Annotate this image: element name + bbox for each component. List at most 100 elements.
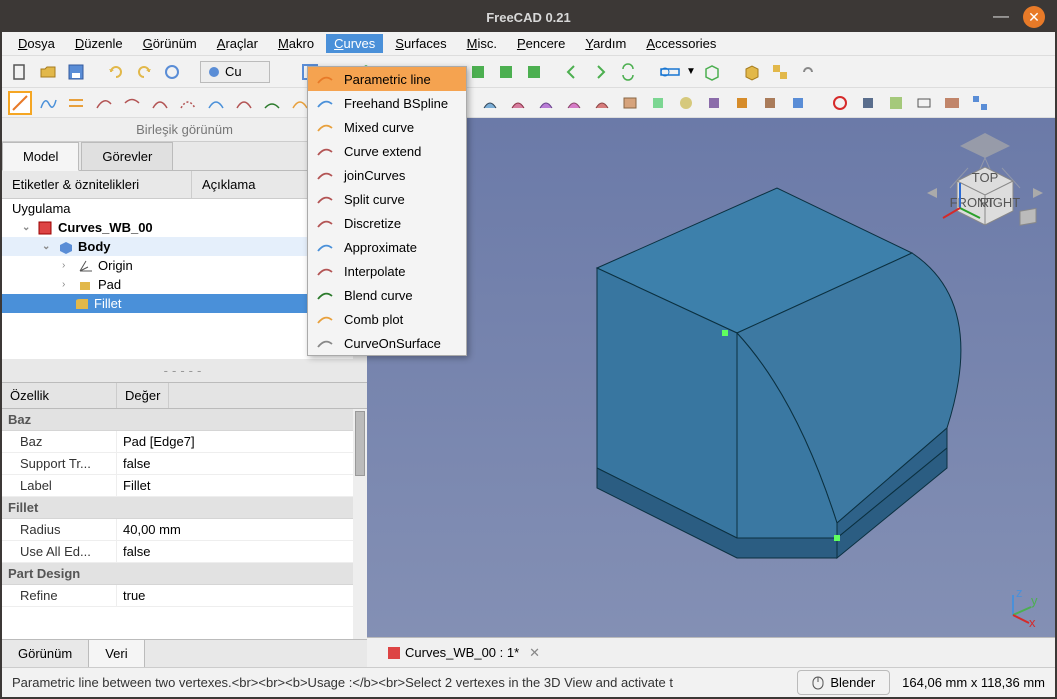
approximate-icon[interactable] bbox=[204, 91, 228, 115]
prop-row[interactable]: BazPad [Edge7] bbox=[2, 431, 367, 453]
prop-row[interactable]: LabelFillet bbox=[2, 475, 367, 497]
file-open-icon[interactable] bbox=[36, 60, 60, 84]
bottab-data[interactable]: Veri bbox=[89, 640, 144, 667]
surf11-icon[interactable] bbox=[758, 91, 782, 115]
menuitem-joincurves[interactable]: joinCurves bbox=[308, 163, 466, 187]
bspline-icon[interactable] bbox=[36, 91, 60, 115]
menu-dosya[interactable]: Dosya bbox=[10, 34, 63, 53]
measure-icon[interactable] bbox=[658, 60, 682, 84]
misc6-icon[interactable] bbox=[968, 91, 992, 115]
box-icon[interactable] bbox=[700, 60, 724, 84]
surf4-icon[interactable] bbox=[562, 91, 586, 115]
misc4-icon[interactable] bbox=[912, 91, 936, 115]
surf6-icon[interactable] bbox=[618, 91, 642, 115]
menuitem-freehand-bspline[interactable]: Freehand BSpline bbox=[308, 91, 466, 115]
panel-divider[interactable]: ----- bbox=[2, 359, 367, 382]
menuitem-mixed-curve[interactable]: Mixed curve bbox=[308, 115, 466, 139]
menuitem-interpolate[interactable]: Interpolate bbox=[308, 259, 466, 283]
misc2-icon[interactable] bbox=[856, 91, 880, 115]
nav-prev-icon[interactable] bbox=[560, 60, 584, 84]
prop-row[interactable]: Support Tr...false bbox=[2, 453, 367, 475]
bottom-icon[interactable] bbox=[494, 60, 518, 84]
refresh-icon[interactable] bbox=[160, 60, 184, 84]
surf2-icon[interactable] bbox=[506, 91, 530, 115]
surf1-icon[interactable] bbox=[478, 91, 502, 115]
menuitem-parametric-line[interactable]: Parametric line bbox=[308, 67, 466, 91]
misc5-icon[interactable] bbox=[940, 91, 964, 115]
menuitem-blend-curve[interactable]: Blend curve bbox=[308, 283, 466, 307]
prop-scrollbar[interactable] bbox=[353, 409, 367, 639]
mixed-curve-icon[interactable] bbox=[64, 91, 88, 115]
menu-misc.[interactable]: Misc. bbox=[459, 34, 505, 53]
workbench-selector[interactable]: Cu bbox=[200, 61, 270, 83]
nav-next-icon[interactable] bbox=[588, 60, 612, 84]
join-icon[interactable] bbox=[120, 91, 144, 115]
toolbar-curves bbox=[2, 88, 1055, 118]
left-icon[interactable] bbox=[522, 60, 546, 84]
surf9-icon[interactable] bbox=[702, 91, 726, 115]
misc3-icon[interactable] bbox=[884, 91, 908, 115]
menu-surfaces[interactable]: Surfaces bbox=[387, 34, 454, 53]
3d-viewport[interactable]: TOP FRONT RIGHT z bbox=[367, 118, 1055, 667]
surf3-icon[interactable] bbox=[534, 91, 558, 115]
split-icon[interactable] bbox=[148, 91, 172, 115]
undo-icon[interactable] bbox=[104, 60, 128, 84]
prop-row[interactable]: Use All Ed...false bbox=[2, 541, 367, 563]
discretize-icon[interactable] bbox=[176, 91, 200, 115]
menuitem-comb-plot[interactable]: Comb plot bbox=[308, 307, 466, 331]
extend-icon[interactable] bbox=[92, 91, 116, 115]
menu-makro[interactable]: Makro bbox=[270, 34, 322, 53]
prop-row[interactable]: Refinetrue bbox=[2, 585, 367, 607]
status-hint: Parametric line between two vertexes.<br… bbox=[12, 675, 785, 690]
file-save-icon[interactable] bbox=[64, 60, 88, 84]
surf8-icon[interactable] bbox=[674, 91, 698, 115]
menu-curves[interactable]: Curves bbox=[326, 34, 383, 53]
blend-icon[interactable] bbox=[260, 91, 284, 115]
redo-icon[interactable] bbox=[132, 60, 156, 84]
menubar: DosyaDüzenleGörünümAraçlarMakroCurvesSur… bbox=[2, 32, 1055, 56]
svg-text:RIGHT: RIGHT bbox=[980, 195, 1021, 210]
prop-row[interactable]: Radius40,00 mm bbox=[2, 519, 367, 541]
surf12-icon[interactable] bbox=[786, 91, 810, 115]
nav-style-button[interactable]: Blender bbox=[797, 670, 890, 695]
menuitem-approximate[interactable]: Approximate bbox=[308, 235, 466, 259]
link-icon[interactable] bbox=[796, 60, 820, 84]
rear-icon[interactable] bbox=[466, 60, 490, 84]
close-doc-icon[interactable]: ✕ bbox=[529, 645, 540, 661]
menu-accessories[interactable]: Accessories bbox=[638, 34, 724, 53]
file-new-icon[interactable] bbox=[8, 60, 32, 84]
nav-cube[interactable]: TOP FRONT RIGHT bbox=[925, 128, 1045, 258]
menuitem-curveonsurface[interactable]: CurveOnSurface bbox=[308, 331, 466, 355]
surf7-icon[interactable] bbox=[646, 91, 670, 115]
parametric-line-icon[interactable] bbox=[8, 91, 32, 115]
doc-tab[interactable]: Curves_WB_00 : 1* ✕ bbox=[377, 641, 550, 665]
menu-pencere[interactable]: Pencere bbox=[509, 34, 573, 53]
menuitem-split-curve[interactable]: Split curve bbox=[308, 187, 466, 211]
surf10-icon[interactable] bbox=[730, 91, 754, 115]
tree-header-labels: Etiketler & öznitelikleri bbox=[2, 171, 192, 198]
surf5-icon[interactable] bbox=[590, 91, 614, 115]
misc1-icon[interactable] bbox=[828, 91, 852, 115]
menu-araçlar[interactable]: Araçlar bbox=[209, 34, 266, 53]
menu-görünüm[interactable]: Görünüm bbox=[135, 34, 205, 53]
menu-düzenle[interactable]: Düzenle bbox=[67, 34, 131, 53]
group-icon[interactable] bbox=[768, 60, 792, 84]
toolbar-main: Cu ▼ bbox=[2, 56, 1055, 88]
prop-bottom-tabs: Görünüm Veri bbox=[2, 639, 367, 667]
status-coords: 164,06 mm x 118,36 mm bbox=[902, 675, 1045, 690]
interpolate-icon[interactable] bbox=[232, 91, 256, 115]
prop-group: Baz bbox=[2, 409, 367, 431]
menuitem-curve-extend[interactable]: Curve extend bbox=[308, 139, 466, 163]
tab-model[interactable]: Model bbox=[2, 142, 79, 171]
prop-body[interactable]: BazBazPad [Edge7]Support Tr...falseLabel… bbox=[2, 409, 367, 639]
mouse-icon bbox=[812, 676, 824, 690]
menu-yardım[interactable]: Yardım bbox=[577, 34, 634, 53]
tab-tasks[interactable]: Görevler bbox=[81, 142, 173, 170]
minimize-button[interactable]: — bbox=[993, 8, 1009, 26]
part-icon[interactable] bbox=[740, 60, 764, 84]
bottab-view[interactable]: Görünüm bbox=[2, 640, 89, 667]
sync-icon[interactable] bbox=[616, 60, 640, 84]
close-button[interactable]: ✕ bbox=[1023, 6, 1045, 28]
titlebar: FreeCAD 0.21 — ✕ bbox=[2, 2, 1055, 32]
menuitem-discretize[interactable]: Discretize bbox=[308, 211, 466, 235]
